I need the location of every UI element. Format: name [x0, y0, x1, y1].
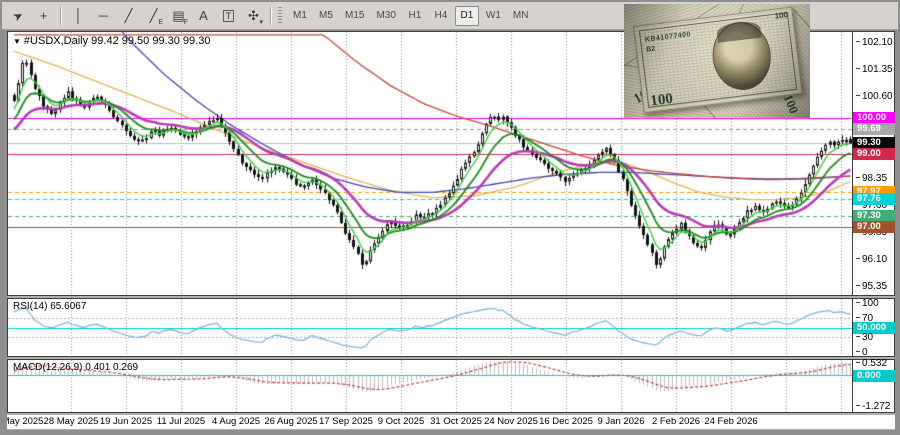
- fibo-grid-tool[interactable]: ▤F: [166, 5, 191, 27]
- trendline-icon: ╱: [125, 9, 133, 22]
- timeframe-m5[interactable]: M5: [314, 6, 338, 26]
- timeframe-h4[interactable]: H4: [429, 6, 453, 26]
- crosshair-tool[interactable]: +: [31, 5, 56, 27]
- rsi-panel: RSI(14) 65.6067: [7, 298, 895, 357]
- cursor-tool[interactable]: ➤: [6, 5, 31, 27]
- chart-dropdown-icon[interactable]: ▼: [13, 37, 21, 46]
- symbol-quote-line: ▼#USDX,Daily 99.42 99.50 99.30 99.30: [13, 35, 210, 47]
- text-tool[interactable]: A: [191, 5, 216, 27]
- sub-glyph: E: [158, 19, 163, 26]
- photo-shading: [624, 4, 810, 118]
- trendline-tool[interactable]: ╱: [116, 5, 141, 27]
- price-axis-separator: [852, 32, 853, 295]
- toolbar-separator: [270, 7, 272, 25]
- vertical-line-icon: │: [74, 9, 82, 22]
- arrows-tool[interactable]: ✣▾: [241, 5, 266, 27]
- dollar-bills-photo: 100 100 KB41077400 B2 100 100: [624, 4, 810, 118]
- date-axis: 16 May 202528 May 202519 Jun 202511 Jul …: [7, 415, 895, 429]
- text-label-icon: T: [223, 10, 235, 22]
- vertical-line-tool[interactable]: │: [66, 5, 91, 27]
- sub-glyph: ▾: [259, 18, 263, 26]
- symbol-label: #USDX,Daily: [24, 35, 88, 47]
- timeframe-d1[interactable]: D1: [455, 6, 479, 26]
- rsi-canvas[interactable]: [8, 299, 852, 356]
- sub-glyph: F: [184, 19, 188, 26]
- fibonacci-icon: ╱: [150, 9, 158, 22]
- cursor-icon: ➤: [11, 8, 26, 23]
- text-icon: A: [199, 9, 208, 22]
- toolbar-separator: [60, 7, 62, 25]
- timeframe-m15[interactable]: M15: [340, 6, 369, 26]
- macd-panel: MACD(12,26,9) 0.401 0.269: [7, 359, 895, 413]
- timeframe-m30[interactable]: M30: [371, 6, 400, 26]
- macd-axis-separator: [852, 360, 853, 412]
- fibonacci-tool[interactable]: ╱E: [141, 5, 166, 27]
- timeframe-h1[interactable]: H1: [403, 6, 427, 26]
- horizontal-line-icon: ─: [99, 9, 108, 22]
- arrows-icon: ✣: [248, 9, 259, 22]
- text-label-tool[interactable]: T: [216, 5, 241, 27]
- timeframe-m1[interactable]: M1: [288, 6, 312, 26]
- date-label: 24 Feb 2026: [698, 416, 764, 427]
- quote-values: 99.42 99.50 99.30 99.30: [91, 35, 210, 47]
- rsi-axis-separator: [852, 299, 853, 356]
- toolbar-grip[interactable]: [278, 7, 282, 25]
- macd-label: MACD(12,26,9) 0.401 0.269: [13, 362, 138, 373]
- timeframe-mn[interactable]: MN: [508, 6, 534, 26]
- timeframe-w1[interactable]: W1: [481, 6, 506, 26]
- crosshair-icon: +: [40, 9, 48, 22]
- horizontal-line-tool[interactable]: ─: [91, 5, 116, 27]
- rsi-label: RSI(14) 65.6067: [13, 301, 86, 312]
